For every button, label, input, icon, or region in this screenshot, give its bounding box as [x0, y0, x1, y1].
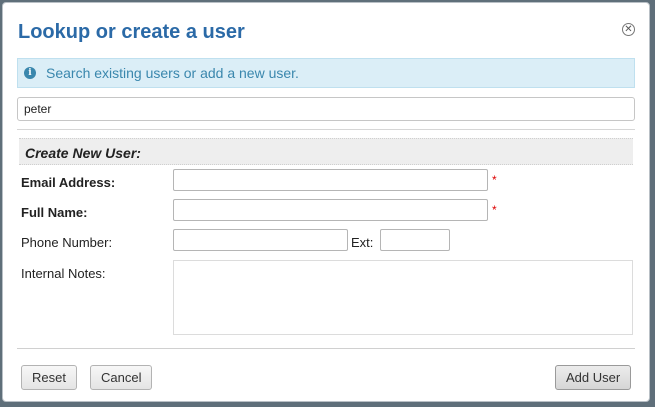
info-icon: i — [24, 67, 36, 79]
email-required-mark: * — [492, 173, 497, 187]
notes-label: Internal Notes: — [21, 266, 106, 281]
ext-field[interactable] — [380, 229, 450, 251]
cancel-button[interactable]: Cancel — [90, 365, 153, 390]
lookup-user-dialog: Lookup or create a user ✕ i Search exist… — [2, 2, 650, 402]
add-user-button[interactable]: Add User — [555, 365, 632, 390]
close-icon[interactable]: ✕ — [622, 23, 635, 36]
fullname-required-mark: * — [492, 203, 497, 217]
footer-divider — [17, 348, 635, 349]
email-field[interactable] — [173, 169, 488, 191]
ext-label: Ext: — [351, 235, 374, 250]
info-text: Search existing users or add a new user. — [46, 65, 299, 81]
section-header-label: Create New User: — [25, 145, 141, 161]
reset-button[interactable]: Reset — [21, 365, 77, 390]
create-user-section-header: Create New User: — [19, 138, 633, 165]
fullname-label: Full Name: — [21, 205, 88, 220]
fullname-field[interactable] — [173, 199, 488, 221]
internal-notes-field[interactable] — [173, 260, 633, 335]
section-divider — [17, 129, 635, 130]
user-search-input[interactable] — [17, 97, 635, 121]
dialog-title: Lookup or create a user — [18, 21, 245, 43]
phone-field[interactable] — [173, 229, 348, 251]
info-banner: i Search existing users or add a new use… — [17, 58, 635, 88]
phone-label: Phone Number: — [21, 235, 113, 250]
email-label: Email Address: — [21, 175, 116, 190]
